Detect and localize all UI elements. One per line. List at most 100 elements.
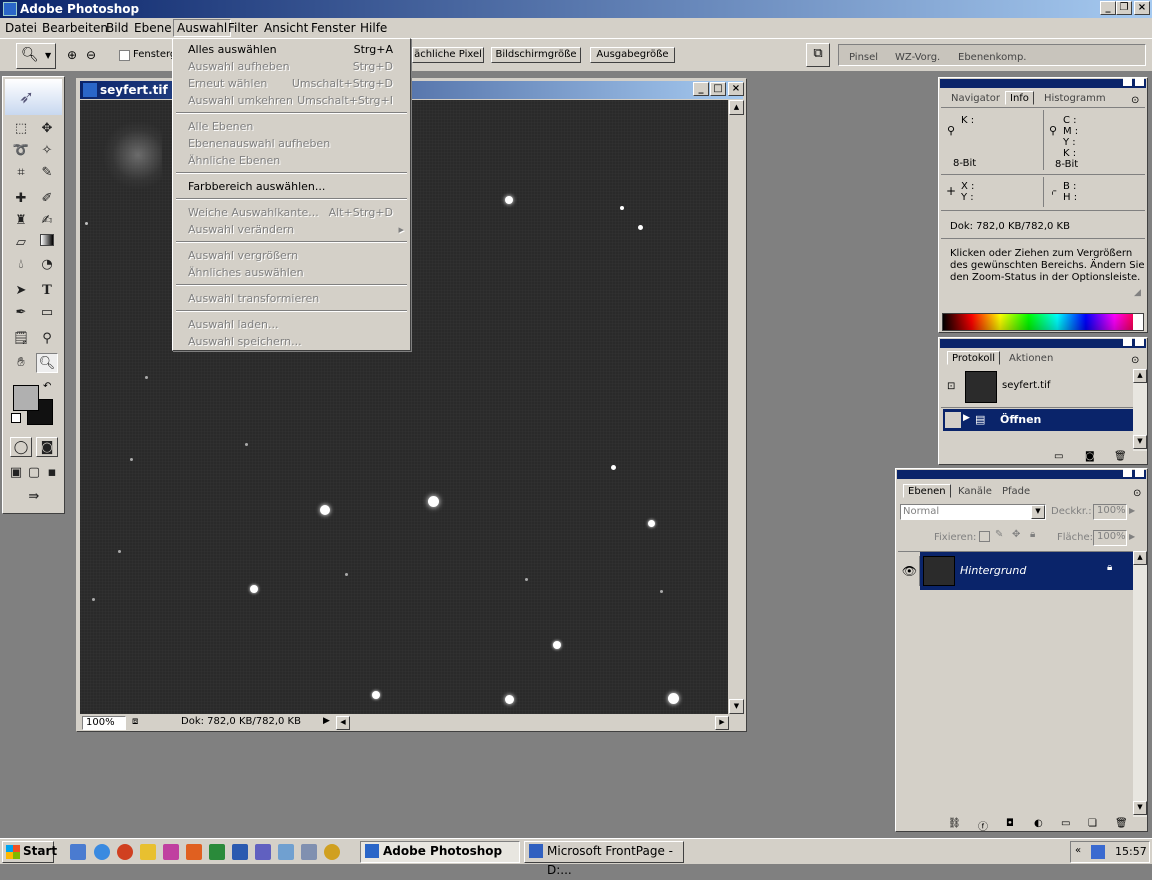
- fill-field[interactable]: 100%: [1093, 530, 1127, 546]
- new-snapshot-icon[interactable]: ◙: [1085, 451, 1095, 462]
- media-icon[interactable]: [324, 844, 340, 860]
- crop-tool-icon[interactable]: ⌗: [10, 163, 32, 183]
- panel-minimize-icon[interactable]: [1123, 338, 1132, 346]
- scroll-down-icon[interactable]: ▼: [1133, 435, 1147, 449]
- info-panel-titlebar[interactable]: [940, 78, 1146, 88]
- default-colors-icon[interactable]: [11, 413, 21, 423]
- menu-bild[interactable]: Bild: [106, 21, 129, 35]
- trash-icon[interactable]: 🗑︎: [1115, 818, 1128, 829]
- foreground-color-swatch-top[interactable]: [13, 385, 39, 411]
- internet-explorer-icon[interactable]: [94, 844, 110, 860]
- brush-tool-icon[interactable]: ✐: [36, 189, 58, 209]
- new-document-from-state-icon[interactable]: ▭: [1054, 451, 1063, 462]
- lasso-tool-icon[interactable]: ➰: [10, 141, 32, 161]
- layers-panel-titlebar[interactable]: [897, 469, 1146, 479]
- panel-close-icon[interactable]: [1135, 469, 1144, 477]
- menu-filter[interactable]: Filter: [228, 21, 258, 35]
- quicklaunch-icon[interactable]: [255, 844, 271, 860]
- full-screen-mode-icon[interactable]: ▪: [43, 463, 61, 483]
- quicklaunch-icon[interactable]: [163, 844, 179, 860]
- start-button[interactable]: Start: [2, 841, 57, 863]
- menu-datei[interactable]: Datei: [5, 21, 37, 35]
- menu-item-auswahl-transformieren[interactable]: Auswahl transformieren: [173, 290, 410, 307]
- eyedropper-tool-icon[interactable]: ⚲: [36, 329, 58, 349]
- slice-tool-icon[interactable]: ✎: [36, 163, 58, 183]
- tab-wz-vorg[interactable]: WZ-Vorg.: [891, 51, 944, 65]
- menu-hilfe[interactable]: Hilfe: [360, 21, 387, 35]
- new-layer-icon[interactable]: ❏: [1088, 818, 1097, 829]
- menu-item-auswahl-aufheben[interactable]: Auswahl aufheben Strg+D: [173, 58, 410, 75]
- quick-mask-mode-icon[interactable]: ◙: [36, 437, 58, 457]
- menu-item-erneut-waehlen[interactable]: Erneut wählen Umschalt+Strg+D: [173, 75, 410, 92]
- history-snapshot-row[interactable]: ⊡ seyfert.tif: [941, 369, 1133, 405]
- tab-histogramm[interactable]: Histogramm: [1040, 92, 1110, 106]
- doc-maximize-button[interactable]: □: [710, 82, 726, 96]
- panel-menu-arrow-icon[interactable]: ⊙: [1131, 95, 1139, 106]
- blend-mode-select[interactable]: Normal ▼: [900, 504, 1046, 520]
- word-icon[interactable]: [232, 844, 248, 860]
- panel-menu-arrow-icon[interactable]: ⊙: [1133, 488, 1141, 499]
- scroll-left-icon[interactable]: ◀: [336, 716, 350, 730]
- new-group-icon[interactable]: ▭: [1061, 818, 1070, 829]
- healing-brush-tool-icon[interactable]: ✚: [10, 189, 32, 209]
- history-scrollbar[interactable]: ▲ ▼: [1133, 369, 1147, 451]
- history-source-box[interactable]: [945, 412, 961, 428]
- lock-pixels-icon[interactable]: ✎: [995, 529, 1003, 540]
- zoom-in-icon[interactable]: ⊕: [67, 48, 77, 62]
- panel-menu-arrow-icon[interactable]: ⊙: [1131, 355, 1139, 366]
- menu-item-ebenenauswahl-aufheben[interactable]: Ebenenauswahl aufheben: [173, 135, 410, 152]
- lock-position-icon[interactable]: ✥: [1012, 529, 1020, 540]
- minimize-button[interactable]: _: [1100, 1, 1116, 15]
- panel-minimize-icon[interactable]: [1123, 78, 1132, 86]
- full-screen-menu-mode-icon[interactable]: ▢: [25, 463, 43, 483]
- shape-tool-icon[interactable]: ▭: [36, 303, 58, 323]
- type-tool-icon[interactable]: T: [36, 281, 58, 301]
- zoom-tool-icon[interactable]: 🔍︎: [36, 353, 58, 373]
- swap-colors-icon[interactable]: ↶: [43, 381, 51, 392]
- fit-screen-button[interactable]: Bildschirmgröße: [491, 47, 581, 63]
- layer-mask-icon[interactable]: ◘: [1006, 818, 1014, 829]
- actual-pixels-button[interactable]: ächliche Pixel: [412, 47, 484, 63]
- layer-selected-background[interactable]: Hintergrund 🔒︎: [920, 552, 1133, 590]
- tab-protokoll[interactable]: Protokoll: [947, 351, 1001, 365]
- blur-tool-icon[interactable]: 💧︎: [10, 255, 32, 275]
- scroll-up-icon[interactable]: ▲: [1133, 551, 1147, 565]
- scroll-right-icon[interactable]: ▶: [715, 716, 729, 730]
- adobe-feather-logo[interactable]: ➶: [5, 79, 62, 115]
- tab-ebenen[interactable]: Ebenen: [903, 484, 951, 498]
- standard-screen-mode-icon[interactable]: ▣: [7, 463, 25, 483]
- scroll-down-icon[interactable]: ▼: [729, 699, 744, 714]
- status-page-icon[interactable]: ⧈: [132, 716, 138, 727]
- menu-item-alles-auswaehlen[interactable]: Alles auswählen Strg+A: [173, 41, 410, 58]
- menu-item-alle-ebenen[interactable]: Alle Ebenen: [173, 118, 410, 135]
- move-tool-icon[interactable]: ✥: [36, 119, 58, 139]
- menu-item-auswahl-veraendern[interactable]: Auswahl verändern ▸: [173, 221, 410, 238]
- menu-item-aehnliches-auswaehlen[interactable]: Ähnliches auswählen: [173, 264, 410, 281]
- magic-wand-tool-icon[interactable]: ✧: [36, 141, 58, 161]
- scroll-up-icon[interactable]: ▲: [729, 100, 744, 115]
- zoom-field[interactable]: 100%: [82, 716, 126, 730]
- menu-item-auswahl-speichern[interactable]: Auswahl speichern...: [173, 333, 410, 350]
- chevron-down-icon[interactable]: ▼: [1031, 505, 1045, 519]
- path-selection-tool-icon[interactable]: ➤: [10, 281, 32, 301]
- clock[interactable]: 15:57: [1115, 845, 1147, 858]
- zoom-out-icon[interactable]: ⊖: [86, 48, 96, 62]
- layer-style-icon[interactable]: ⓕ: [978, 818, 988, 833]
- clone-stamp-tool-icon[interactable]: ♜: [10, 211, 32, 231]
- tab-pinsel[interactable]: Pinsel: [845, 51, 882, 65]
- menu-ebene[interactable]: Ebene: [134, 21, 172, 35]
- close-button[interactable]: ×: [1134, 1, 1150, 15]
- menu-item-farbbereich-auswaehlen[interactable]: Farbbereich auswählen...: [173, 178, 410, 195]
- menu-ansicht[interactable]: Ansicht: [264, 21, 308, 35]
- status-menu-arrow-icon[interactable]: ▶: [323, 716, 330, 726]
- gradient-tool-icon[interactable]: [36, 233, 58, 253]
- link-layers-icon[interactable]: ⛓︎: [948, 818, 961, 829]
- menu-item-auswahl-laden[interactable]: Auswahl laden...: [173, 316, 410, 333]
- panel-minimize-icon[interactable]: [1123, 469, 1132, 477]
- quicklaunch-icon[interactable]: [278, 844, 294, 860]
- history-step-row[interactable]: ▶ ▤ Öffnen: [943, 409, 1133, 431]
- menu-auswahl[interactable]: Auswahl: [173, 19, 232, 37]
- opacity-field[interactable]: 100%: [1093, 504, 1127, 520]
- color-ramp[interactable]: [942, 313, 1144, 331]
- trash-icon[interactable]: 🗑︎: [1114, 451, 1127, 462]
